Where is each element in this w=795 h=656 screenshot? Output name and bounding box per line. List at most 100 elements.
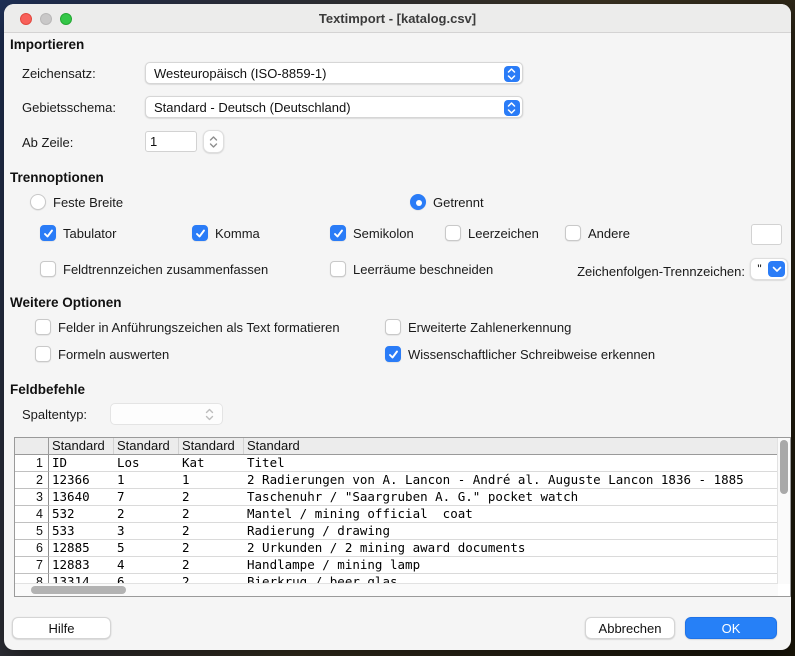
table-cell[interactable]: 1 [114, 472, 179, 489]
section-title-separator: Trennoptionen [10, 170, 104, 185]
checkbox-felder-in-anführungszeichen-als-text-formatieren[interactable]: Felder in Anführungszeichen als Text for… [35, 318, 385, 336]
help-button[interactable]: Hilfe [12, 617, 111, 639]
checkbox-checked[interactable] [40, 225, 56, 241]
check-icon [195, 228, 206, 239]
chevron-down-icon[interactable] [768, 261, 785, 277]
table-row[interactable]: 212366112 Radierungen von A. Lancon - An… [15, 472, 778, 489]
preview-table-body[interactable]: 1IDLosKatTitel212366112 Radierungen von … [15, 455, 778, 584]
checkbox-label: Komma [215, 226, 260, 241]
radio-dot [416, 200, 422, 206]
checkbox-unchecked[interactable] [565, 225, 581, 241]
checkbox-checked[interactable] [330, 225, 346, 241]
table-cell[interactable]: 5 [114, 540, 179, 557]
checkbox-komma[interactable]: Komma [192, 224, 260, 242]
preview-table[interactable]: StandardStandardStandardStandard 1IDLosK… [15, 438, 778, 584]
table-cell[interactable]: 12883 [49, 557, 114, 574]
checkbox-tabulator[interactable]: Tabulator [40, 224, 116, 242]
table-cell[interactable]: Kat [179, 455, 244, 472]
section-title-other-options: Weitere Optionen [10, 295, 122, 310]
from-row-input[interactable] [145, 131, 197, 152]
row-number: 3 [15, 489, 49, 506]
radio-separated[interactable]: Getrennt [410, 193, 484, 211]
row-number: 5 [15, 523, 49, 540]
checkbox-label: Feldtrennzeichen zusammenfassen [63, 262, 268, 277]
titlebar[interactable]: Textimport - [katalog.csv] [4, 4, 791, 33]
table-row[interactable]: 71288342Handlampe / mining lamp [15, 557, 778, 574]
zoom-button[interactable] [60, 13, 72, 25]
horizontal-scrollbar[interactable] [15, 583, 778, 596]
column-header[interactable]: Standard [114, 438, 179, 454]
row-number: 4 [15, 506, 49, 523]
table-cell[interactable]: 2 [179, 540, 244, 557]
table-row[interactable]: 553332Radierung / drawing [15, 523, 778, 540]
table-cell[interactable]: Handlampe / mining lamp [244, 557, 778, 574]
checkbox-unchecked[interactable] [385, 319, 401, 335]
check-icon [43, 228, 54, 239]
checkbox-unchecked[interactable] [445, 225, 461, 241]
radio-circle-selected[interactable] [410, 194, 426, 210]
table-cell[interactable]: 533 [49, 523, 114, 540]
close-button[interactable] [20, 13, 32, 25]
checkbox-semikolon[interactable]: Semikolon [330, 224, 414, 242]
table-cell[interactable]: 7 [114, 489, 179, 506]
charset-select[interactable]: Westeuropäisch (ISO-8859-1) [145, 62, 523, 84]
table-cell[interactable]: 2 [179, 506, 244, 523]
table-cell[interactable]: 2 [179, 489, 244, 506]
table-row[interactable]: 453222Mantel / mining official coat [15, 506, 778, 523]
table-row[interactable]: 612885522 Urkunden / 2 mining award docu… [15, 540, 778, 557]
table-cell[interactable]: 12885 [49, 540, 114, 557]
horizontal-scrollbar-thumb[interactable] [31, 586, 126, 594]
checkbox-unchecked[interactable] [35, 346, 51, 362]
checkbox-unchecked[interactable] [330, 261, 346, 277]
table-cell[interactable]: 4 [114, 557, 179, 574]
vertical-scrollbar[interactable] [777, 438, 790, 584]
checkbox-wissenschaftlicher-schreibweise-erkennen[interactable]: Wissenschaftlicher Schreibweise erkennen [385, 345, 655, 363]
locale-select[interactable]: Standard - Deutsch (Deutschland) [145, 96, 523, 118]
table-cell[interactable]: Titel [244, 455, 778, 472]
preview-table-header[interactable]: StandardStandardStandardStandard [15, 438, 778, 455]
column-type-label: Spaltentyp: [22, 407, 87, 422]
checkbox-label: Leerräume beschneiden [353, 262, 493, 277]
checkbox-formeln-auswerten[interactable]: Formeln auswerten [35, 345, 385, 363]
minimize-button[interactable] [40, 13, 52, 25]
table-cell[interactable]: 2 Radierungen von A. Lancon - André al. … [244, 472, 778, 489]
table-cell[interactable]: 3 [114, 523, 179, 540]
cancel-button[interactable]: Abbrechen [585, 617, 675, 639]
table-cell[interactable]: Taschenuhr / "Saargruben A. G." pocket w… [244, 489, 778, 506]
checkbox-unchecked[interactable] [40, 261, 56, 277]
table-cell[interactable]: 532 [49, 506, 114, 523]
checkbox-checked[interactable] [385, 346, 401, 362]
table-cell[interactable]: 13640 [49, 489, 114, 506]
vertical-scrollbar-thumb[interactable] [780, 440, 788, 494]
ok-button[interactable]: OK [685, 617, 777, 639]
table-row[interactable]: 1IDLosKatTitel [15, 455, 778, 472]
column-type-select[interactable] [110, 403, 223, 425]
from-row-stepper[interactable] [203, 130, 224, 153]
checkbox-leerzeichen[interactable]: Leerzeichen [445, 224, 539, 242]
table-cell[interactable]: 2 Urkunden / 2 mining award documents [244, 540, 778, 557]
checkbox-checked[interactable] [192, 225, 208, 241]
checkbox-andere[interactable]: Andere [565, 224, 630, 242]
checkbox-unchecked[interactable] [35, 319, 51, 335]
table-cell[interactable]: 2 [179, 557, 244, 574]
radio-circle[interactable] [30, 194, 46, 210]
locale-value: Standard - Deutsch (Deutschland) [154, 100, 351, 115]
checkbox-feldtrennzeichen-zusammenfassen[interactable]: Feldtrennzeichen zusammenfassen [40, 260, 268, 278]
table-cell[interactable]: 2 [114, 506, 179, 523]
table-cell[interactable]: Mantel / mining official coat [244, 506, 778, 523]
radio-fixed-width[interactable]: Feste Breite [30, 193, 123, 211]
checkbox-leerräume-beschneiden[interactable]: Leerräume beschneiden [330, 260, 493, 278]
column-header[interactable]: Standard [179, 438, 244, 454]
column-header[interactable]: Standard [244, 438, 778, 454]
table-cell[interactable]: 12366 [49, 472, 114, 489]
table-cell[interactable]: 2 [179, 523, 244, 540]
checkbox-erweiterte-zahlenerkennung[interactable]: Erweiterte Zahlenerkennung [385, 318, 655, 336]
table-cell[interactable]: Radierung / drawing [244, 523, 778, 540]
table-cell[interactable]: ID [49, 455, 114, 472]
other-separator-input[interactable] [751, 224, 782, 245]
table-row[interactable]: 31364072Taschenuhr / "Saargruben A. G." … [15, 489, 778, 506]
table-cell[interactable]: Los [114, 455, 179, 472]
table-cell[interactable]: 1 [179, 472, 244, 489]
column-header[interactable]: Standard [49, 438, 114, 454]
string-delimiter-combo[interactable]: " [750, 258, 788, 280]
